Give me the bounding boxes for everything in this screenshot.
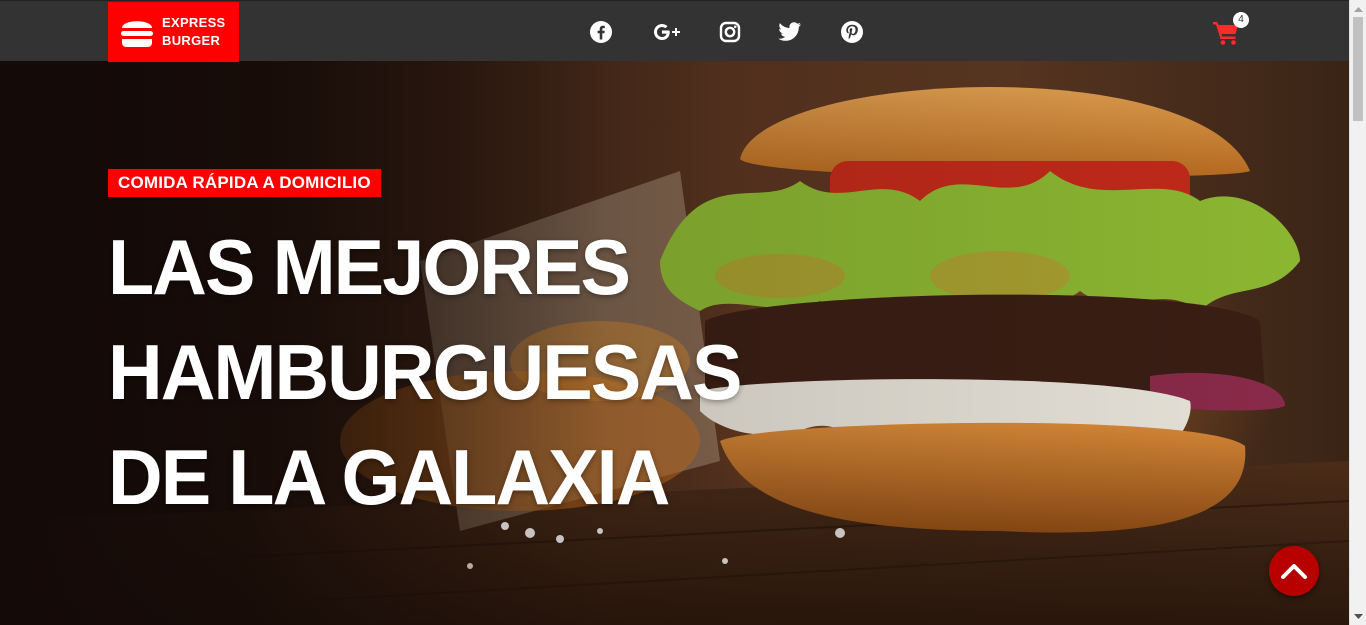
brand-name: EXPRESS BURGER bbox=[162, 14, 226, 50]
scrollbar-thumb[interactable] bbox=[1353, 17, 1363, 121]
hero-headline-line: DE LA GALAXIA bbox=[108, 433, 670, 521]
scroll-up-arrow-icon[interactable] bbox=[1350, 0, 1366, 17]
google-plus-icon bbox=[654, 24, 680, 40]
burger-icon bbox=[121, 21, 153, 47]
pinterest-icon bbox=[841, 21, 863, 43]
cart-count-badge: 4 bbox=[1233, 12, 1249, 28]
twitter-link[interactable] bbox=[777, 19, 803, 45]
instagram-link[interactable] bbox=[717, 19, 743, 45]
hero-banner: COMIDA RÁPIDA A DOMICILIO LAS MEJORES HA… bbox=[0, 61, 1349, 625]
chevron-up-icon bbox=[1281, 564, 1307, 579]
twitter-icon bbox=[778, 22, 801, 41]
brand-name-line1: EXPRESS bbox=[162, 15, 226, 30]
google-plus-link[interactable] bbox=[651, 19, 683, 45]
brand-name-line2: BURGER bbox=[162, 33, 221, 48]
site-header: EXPRESS BURGER 4 bbox=[0, 0, 1349, 62]
page: EXPRESS BURGER 4 COMIDA RÁPIDA A DOMICIL… bbox=[0, 0, 1349, 625]
page-scrollbar[interactable] bbox=[1349, 0, 1366, 625]
pinterest-link[interactable] bbox=[839, 19, 865, 45]
facebook-icon bbox=[590, 21, 612, 43]
cart-button[interactable]: 4 bbox=[1212, 12, 1252, 49]
facebook-link[interactable] bbox=[588, 19, 614, 45]
brand-logo[interactable]: EXPRESS BURGER bbox=[108, 2, 239, 62]
hero-headline: LAS MEJORES HAMBURGUESAS DE LA GALAXIA bbox=[108, 215, 742, 530]
hero-tagline: COMIDA RÁPIDA A DOMICILIO bbox=[108, 169, 381, 197]
hero-headline-line: LAS MEJORES bbox=[108, 223, 631, 311]
instagram-icon bbox=[719, 21, 741, 43]
hero-headline-line: HAMBURGUESAS bbox=[108, 328, 742, 416]
scroll-to-top-button[interactable] bbox=[1269, 546, 1319, 596]
scroll-down-arrow-icon[interactable] bbox=[1350, 608, 1366, 625]
